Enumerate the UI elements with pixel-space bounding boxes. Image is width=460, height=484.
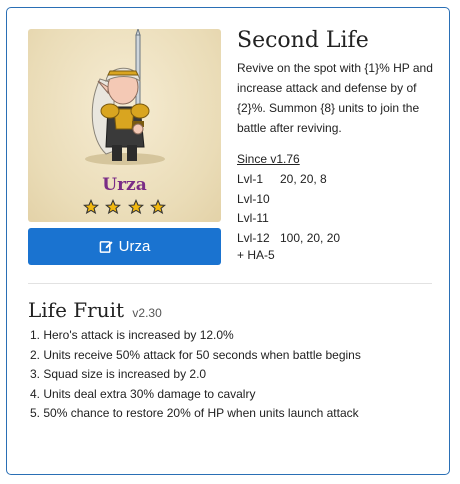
level-row: Lvl-1 20, 20, 8	[237, 170, 340, 190]
hero-illustration	[85, 29, 165, 165]
skill-levels: Lvl-1 20, 20, 8 Lvl-10 Lvl-11 Lvl-12 100…	[237, 170, 340, 248]
level-name: Lvl-1	[237, 172, 264, 186]
hero-skill-card: Urza Urza Second Life Revive on the spot…	[6, 7, 450, 475]
life-fruit-heading: Life Fruit v2.30	[28, 298, 162, 322]
life-fruit-title: Life Fruit	[28, 298, 125, 322]
ha-level: + HA-5	[237, 248, 275, 262]
level-name: Lvl-10	[237, 191, 270, 206]
section-divider	[28, 283, 432, 284]
list-item: 5. 50% chance to restore 20% of HP when …	[30, 406, 359, 420]
hero-name: Urza	[102, 175, 147, 195]
level-values: 100, 20, 20	[280, 230, 341, 245]
list-item: 2. Units receive 50% attack for 50 secon…	[30, 347, 361, 362]
level-row: Lvl-12 100, 20, 20	[237, 229, 340, 249]
level-name: Lvl-11	[237, 211, 269, 225]
life-fruit-version: v2.30	[132, 306, 162, 320]
edit-icon	[99, 239, 114, 254]
star-icon	[82, 199, 99, 215]
since-version: Since v1.76	[237, 152, 300, 166]
list-item: 1. Hero's attack is increased by 12.0%	[30, 328, 234, 342]
level-name: Lvl-12	[237, 230, 270, 245]
hero-star-rating	[28, 199, 221, 220]
life-fruit-list: 1. Hero's attack is increased by 12.0% 2…	[30, 326, 361, 424]
star-icon	[127, 199, 144, 215]
list-item: 4. Units deal extra 30% damage to cavalr…	[30, 386, 256, 401]
star-icon	[105, 199, 122, 215]
hero-button-label: Urza	[118, 238, 151, 255]
hero-portrait: Urza	[28, 29, 221, 222]
level-row: Lvl-10	[237, 190, 340, 210]
list-item: 3. Squad size is increased by 2.0	[30, 367, 207, 381]
hero-edit-button[interactable]: Urza	[28, 228, 221, 265]
level-row: Lvl-11	[237, 209, 340, 229]
skill-description: Revive on the spot with {1}% HP and incr…	[237, 61, 433, 135]
skill-title: Second Life	[237, 28, 369, 53]
level-values: 20, 20, 8	[280, 172, 327, 186]
star-icon	[150, 199, 167, 215]
